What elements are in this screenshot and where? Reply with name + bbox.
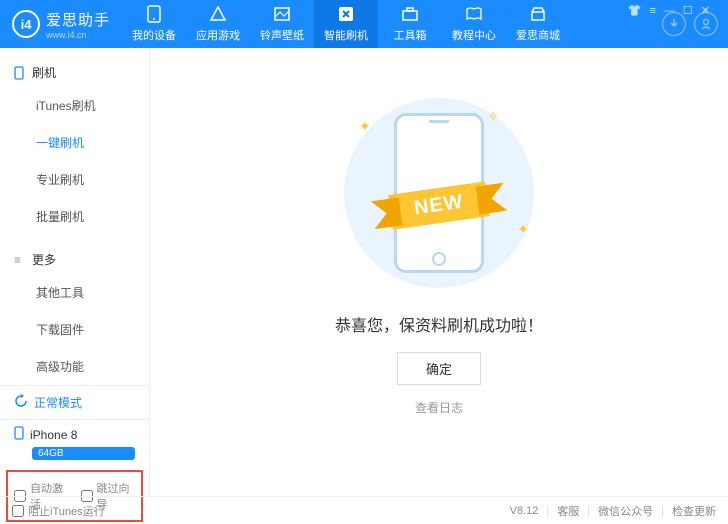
block-itunes-checkbox[interactable]: 阻止iTunes运行 — [12, 503, 105, 519]
nav-apps[interactable]: 应用游戏 — [186, 0, 250, 48]
nav-flash[interactable]: 智能刷机 — [314, 0, 378, 48]
phone-small-icon — [14, 66, 26, 80]
view-log-link[interactable]: 查看日志 — [415, 399, 463, 416]
close-icon[interactable]: ✕ — [701, 4, 710, 17]
ok-button[interactable]: 确定 — [397, 352, 481, 385]
sidebar-item-pro-flash[interactable]: 专业刷机 — [0, 161, 149, 198]
device-icon — [14, 426, 24, 443]
sidebar-item-batch-flash[interactable]: 批量刷机 — [0, 198, 149, 235]
apps-icon — [209, 5, 227, 23]
sparkle-icon: ✧ — [487, 108, 499, 125]
sparkle-icon: ✦ — [359, 118, 371, 135]
list-icon: ≡ — [14, 253, 26, 267]
wallpaper-icon — [273, 5, 291, 23]
sidebar: 刷机 iTunes刷机 一键刷机 专业刷机 批量刷机 ≡ 更多 其他工具 下载固… — [0, 48, 150, 496]
window-controls: 👕 ≡ — ☐ ✕ — [628, 4, 720, 17]
success-message: 恭喜您，保资料刷机成功啦！ — [335, 312, 543, 336]
sidebar-head-flash: 刷机 — [0, 58, 149, 87]
minimize-icon[interactable]: — — [664, 5, 675, 17]
body: 刷机 iTunes刷机 一键刷机 专业刷机 批量刷机 ≡ 更多 其他工具 下载固… — [0, 48, 728, 496]
footer-link-wechat[interactable]: 微信公众号 — [598, 503, 653, 519]
titlebar: i4 爱思助手 www.i4.cn 我的设备 应用游戏 铃声壁纸 智能刷机 工具… — [0, 0, 728, 48]
footer: 阻止iTunes运行 V8.12 | 客服 | 微信公众号 | 检查更新 — [0, 496, 728, 524]
logo-subtitle: www.i4.cn — [46, 30, 110, 40]
refresh-icon — [14, 394, 28, 411]
nav-toolbox[interactable]: 工具箱 — [378, 0, 442, 48]
nav-tutorial[interactable]: 教程中心 — [442, 0, 506, 48]
skin-icon[interactable]: 👕 — [628, 4, 642, 17]
success-illustration: ✦ ✧ ✦ NEW — [329, 98, 549, 288]
sidebar-item-download-firmware[interactable]: 下载固件 — [0, 311, 149, 348]
nav-tabs: 我的设备 应用游戏 铃声壁纸 智能刷机 工具箱 教程中心 爱思商城 — [122, 0, 652, 48]
nav-store[interactable]: 爱思商城 — [506, 0, 570, 48]
logo-title: 爱思助手 — [46, 9, 110, 30]
sidebar-item-advanced[interactable]: 高级功能 — [0, 348, 149, 385]
nav-ringtone[interactable]: 铃声壁纸 — [250, 0, 314, 48]
store-icon — [529, 5, 547, 23]
main-content: ✦ ✧ ✦ NEW 恭喜您，保资料刷机成功啦！ 确定 查看日志 — [150, 48, 728, 496]
logo-badge: i4 — [12, 10, 40, 38]
sidebar-device[interactable]: iPhone 8 64GB — [0, 419, 149, 470]
sidebar-section-more: ≡ 更多 其他工具 下载固件 高级功能 — [0, 235, 149, 385]
maximize-icon[interactable]: ☐ — [683, 4, 693, 17]
flash-icon — [337, 5, 355, 23]
menu-icon[interactable]: ≡ — [649, 5, 655, 17]
storage-badge: 64GB — [32, 447, 135, 460]
sidebar-head-more: ≡ 更多 — [0, 245, 149, 274]
sidebar-item-other-tools[interactable]: 其他工具 — [0, 274, 149, 311]
sidebar-status[interactable]: 正常模式 — [0, 385, 149, 419]
sparkle-icon: ✦ — [517, 221, 529, 238]
footer-link-support[interactable]: 客服 — [557, 503, 579, 519]
sidebar-item-oneclick-flash[interactable]: 一键刷机 — [0, 124, 149, 161]
sidebar-section-flash: 刷机 iTunes刷机 一键刷机 专业刷机 批量刷机 — [0, 48, 149, 235]
toolbox-icon — [401, 5, 419, 23]
sidebar-item-itunes-flash[interactable]: iTunes刷机 — [0, 87, 149, 124]
version-label: V8.12 — [510, 505, 539, 517]
logo: i4 爱思助手 www.i4.cn — [0, 9, 122, 40]
phone-icon — [145, 5, 163, 23]
footer-link-update[interactable]: 检查更新 — [672, 503, 716, 519]
book-icon — [465, 5, 483, 23]
nav-my-device[interactable]: 我的设备 — [122, 0, 186, 48]
device-name: iPhone 8 — [30, 428, 77, 442]
